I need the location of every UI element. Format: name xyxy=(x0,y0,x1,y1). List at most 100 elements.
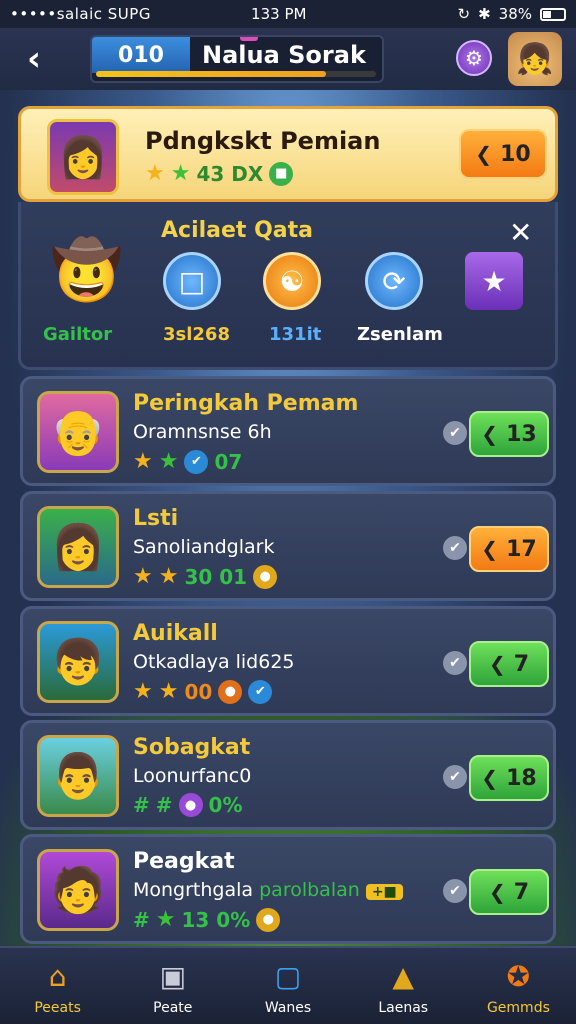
row-score: 7 xyxy=(513,879,530,905)
nav-item-peeats[interactable]: ⌂ Peeats xyxy=(0,948,115,1024)
blue-badge-icon: ✔ xyxy=(184,449,209,474)
row-stats: ★ ★ ✔ 07 xyxy=(133,449,242,474)
star-icon: ★ xyxy=(145,161,165,186)
achievements-title: Acilaet Qata xyxy=(161,218,314,243)
row-avatar: 👴 xyxy=(37,391,119,473)
row-stats: ★ ★ 30 01 ● xyxy=(133,564,278,589)
hash-icon: # xyxy=(133,907,150,932)
row-score-pill[interactable]: ❮ 7 xyxy=(469,641,549,687)
row-name: Peagkat xyxy=(133,849,235,874)
row-name: Lsti xyxy=(133,506,179,531)
player-rank-stats: ★ ★ 43 DX ■ xyxy=(145,161,294,186)
row-stats: # # ● 0% xyxy=(133,793,243,817)
leaderboard-row[interactable]: 👩 Lsti Sanoliandglark ★ ★ 30 01 ● ✔ ❮ 17 xyxy=(20,491,556,601)
row-score-pill[interactable]: ❮ 18 xyxy=(469,755,549,801)
check-icon: ✔ xyxy=(443,879,467,903)
row-stat-text: 30 01 xyxy=(184,564,248,589)
hero-emblem-icon: 🤠 xyxy=(50,235,124,304)
row-name: Peringkah Pemam xyxy=(133,391,359,416)
player-stat-text: 43 DX xyxy=(196,161,264,186)
nav-label: Peeats xyxy=(34,1000,81,1016)
star-icon: ★ xyxy=(133,564,153,589)
achievement-label-2: 3sl268 xyxy=(163,324,230,345)
check-icon: ✔ xyxy=(443,765,467,789)
achievement-label-3: 131it xyxy=(269,324,322,345)
hash-icon: # xyxy=(155,793,173,817)
arrow-icon: ❮ xyxy=(488,880,506,904)
leaderboard-row[interactable]: 👦 Auikall Otkadlaya lid625 ★ ★ 00 ● ✔ ✔ … xyxy=(20,606,556,716)
leaderboard-row[interactable]: 👨 Sobagkat Loonurfanc0 # # ● 0% ✔ ❮ 18 xyxy=(20,720,556,830)
star-icon: ★ xyxy=(158,564,179,589)
achievement-fire-icon[interactable]: ☯ xyxy=(263,252,321,310)
status-bar: •••••salaic SUPG 133 PM ↻ ✱ 38% xyxy=(0,0,576,28)
back-button[interactable]: ‹ xyxy=(14,39,54,79)
row-avatar: 👨 xyxy=(37,735,119,817)
top-header: ‹ 010 Nalua Sorak ⚙ 👧 xyxy=(0,28,576,90)
nav-label: Gemmds xyxy=(486,1000,550,1016)
star-icon: ★ xyxy=(133,449,153,474)
row-score: 18 xyxy=(506,765,537,791)
ball-icon: ● xyxy=(218,679,243,704)
sync-icon: ↻ xyxy=(457,5,471,23)
achievement-puzzle-icon[interactable]: ★ xyxy=(465,252,523,310)
row-name: Auikall xyxy=(133,621,218,646)
nav-item-laenas[interactable]: ▲ Laenas xyxy=(346,948,461,1024)
achievement-label-4: Zsenlam xyxy=(357,324,443,345)
battery-icon xyxy=(540,7,566,21)
green-star-icon: ★ xyxy=(158,449,179,474)
star-icon: ★ xyxy=(158,679,179,704)
row-score: 17 xyxy=(506,536,537,562)
card-icon: ▢ xyxy=(274,959,302,993)
nav-item-gemmds[interactable]: ✪ Gemmds xyxy=(461,948,576,1024)
row-name: Sobagkat xyxy=(133,735,251,760)
row-stat-text: 0% xyxy=(208,793,243,817)
nav-label: Laenas xyxy=(378,1000,429,1016)
row-stat-text: 00 xyxy=(184,679,213,704)
profile-avatar[interactable]: 👧 xyxy=(508,32,562,86)
level-title-bar: 010 Nalua Sorak xyxy=(90,35,384,83)
achievement-message-icon[interactable]: □ xyxy=(163,252,221,310)
arrow-icon: ❮ xyxy=(475,142,493,166)
page-title: Nalua Sorak xyxy=(202,41,366,69)
player-rank-badge[interactable]: ❮ 10 xyxy=(459,129,547,179)
player-rank-card[interactable]: 👩 Pdngkskt Pemian ★ ★ 43 DX ■ ❮ 10 xyxy=(18,106,558,202)
star-icon: ★ xyxy=(133,679,153,704)
leaderboard-row[interactable]: 👴 Peringkah Pemam Oramnsnse 6h ★ ★ ✔ 07 … xyxy=(20,376,556,486)
row-subtitle-text: Mongrthgala xyxy=(133,879,254,901)
bottom-nav: ⌂ Peeats ▣ Peate ▢ Wanes ▲ Laenas ✪ Gemm… xyxy=(0,946,576,1024)
row-score-pill[interactable]: ❮ 13 xyxy=(469,411,549,457)
row-subtitle: Loonurfanc0 xyxy=(133,765,252,787)
row-avatar: 🧑 xyxy=(37,849,119,931)
green-gem-icon: ■ xyxy=(269,161,294,186)
coin-icon: ● xyxy=(253,564,278,589)
row-stats: # ★ 13 0% ● xyxy=(133,907,281,932)
arrow-icon: ❮ xyxy=(481,766,499,790)
arrow-icon: ❮ xyxy=(481,422,499,446)
coin-icon: ● xyxy=(256,907,281,932)
close-icon[interactable]: ✕ xyxy=(509,216,532,249)
player-rank-title: Pdngkskt Pemian xyxy=(145,127,381,155)
arrow-icon: ❮ xyxy=(481,537,499,561)
leaderboard-row[interactable]: 🧑 Peagkat Mongrthgala parolbalan +■ # ★ … xyxy=(20,834,556,944)
check-icon: ✔ xyxy=(443,536,467,560)
nav-item-wanes[interactable]: ▢ Wanes xyxy=(230,948,345,1024)
row-score-pill[interactable]: ❮ 17 xyxy=(469,526,549,572)
player-avatar: 👩 xyxy=(47,119,119,195)
nav-label: Wanes xyxy=(264,1000,312,1016)
clock: 133 PM xyxy=(251,5,307,23)
home-icon: ⌂ xyxy=(48,959,67,993)
arrow-icon: ❮ xyxy=(488,652,506,676)
bluetooth-icon: ✱ xyxy=(478,5,491,23)
carrier-label: •••••salaic SUPG xyxy=(10,5,151,23)
row-avatar: 👦 xyxy=(37,621,119,703)
nav-item-peate[interactable]: ▣ Peate xyxy=(115,948,230,1024)
level-number: 010 xyxy=(92,37,190,73)
blue-badge-icon: ✔ xyxy=(248,679,273,704)
achievements-panel: 🤠 Acilaet Qata ✕ □ ☯ ⟳ ★ Gailtor 3sl268 … xyxy=(18,202,558,370)
badge-icon: ✪ xyxy=(506,959,531,993)
row-subtitle: Oramnsnse 6h xyxy=(133,421,272,443)
row-score-pill[interactable]: ❮ 7 xyxy=(469,869,549,915)
settings-gear-icon[interactable]: ⚙ xyxy=(456,40,492,76)
status-icons: ↻ ✱ 38% xyxy=(457,5,566,23)
achievement-refresh-icon[interactable]: ⟳ xyxy=(365,252,423,310)
